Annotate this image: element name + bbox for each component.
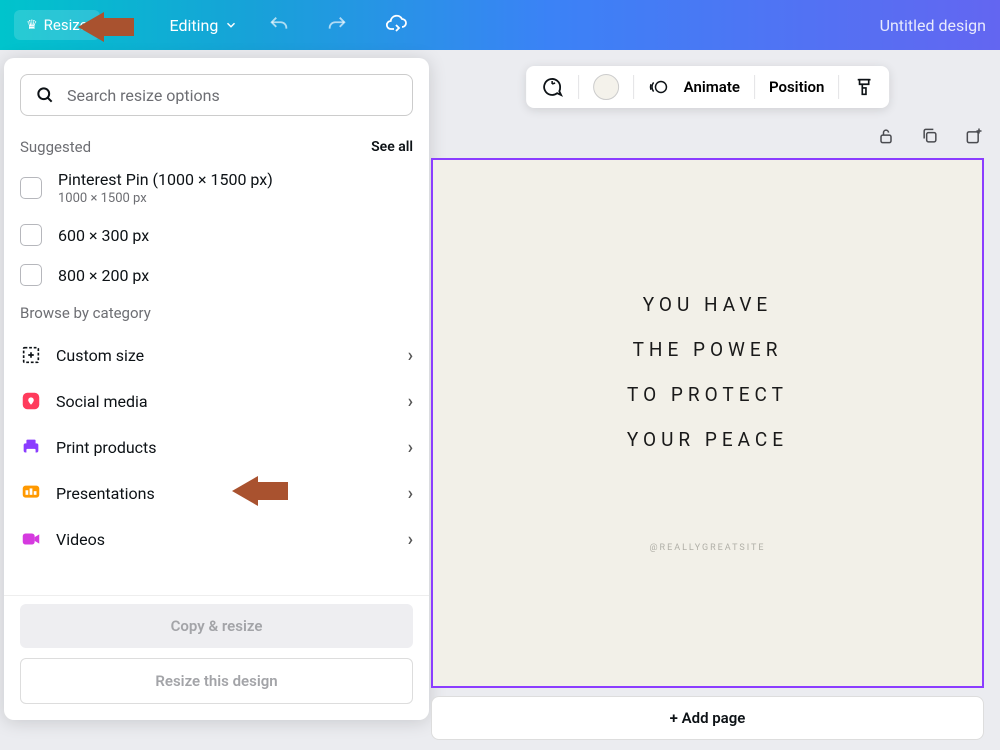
canvas-handle-text: @REALLYGREATSITE	[649, 543, 765, 553]
resize-design-button[interactable]: Resize this design	[20, 658, 413, 704]
category-label: Custom size	[56, 346, 144, 365]
see-all-link[interactable]: See all	[371, 139, 413, 155]
suggested-title: Pinterest Pin (1000 × 1500 px)	[58, 170, 273, 189]
chevron-right-icon: ›	[408, 483, 413, 504]
videos-icon	[20, 528, 42, 550]
crown-icon: ♛	[26, 18, 38, 33]
topbar: ♛ Resize Editing Untitled design	[0, 0, 1000, 50]
browse-label: Browse by category	[20, 304, 413, 322]
animate-icon	[648, 76, 670, 98]
category-label: Social media	[56, 392, 148, 411]
resize-panel: Suggested See all Pinterest Pin (1000 × …	[4, 58, 429, 720]
cloud-sync-icon[interactable]	[384, 13, 408, 37]
copy-resize-button[interactable]: Copy & resize	[20, 604, 413, 648]
presentations-icon	[20, 482, 42, 504]
category-label: Print products	[56, 438, 157, 457]
canvas-toolbar: Animate Position	[526, 66, 890, 108]
category-social-media[interactable]: Social media ›	[20, 378, 413, 424]
category-presentations[interactable]: Presentations ›	[20, 470, 413, 516]
custom-size-icon	[20, 344, 42, 366]
print-icon	[20, 436, 42, 458]
chevron-down-icon	[224, 18, 238, 32]
panel-footer: Copy & resize Resize this design	[4, 595, 429, 720]
annotation-arrow-body	[104, 18, 134, 36]
color-swatch[interactable]	[593, 74, 619, 100]
social-media-icon	[20, 390, 42, 412]
page-action-icons	[876, 126, 984, 146]
category-custom-size[interactable]: Custom size ›	[20, 332, 413, 378]
annotation-arrow-icon	[78, 12, 104, 42]
search-input[interactable]	[67, 86, 398, 105]
design-canvas[interactable]: YOU HAVE THE POWER TO PROTECT YOUR PEACE…	[431, 158, 984, 688]
separator	[633, 75, 634, 99]
suggested-item[interactable]: 800 × 200 px	[20, 264, 413, 286]
suggested-label: Suggested	[20, 138, 91, 156]
suggested-title: 600 × 300 px	[58, 226, 149, 245]
separator	[754, 75, 755, 99]
separator	[578, 75, 579, 99]
format-painter-icon[interactable]	[853, 76, 875, 98]
redo-icon[interactable]	[326, 14, 348, 36]
add-icon[interactable]	[964, 126, 984, 146]
editing-dropdown[interactable]: Editing	[170, 16, 239, 35]
editing-label: Editing	[170, 16, 219, 35]
annotation-arrow-body	[258, 482, 288, 500]
annotation-arrow-icon	[232, 476, 258, 506]
chevron-right-icon: ›	[408, 345, 413, 366]
checkbox[interactable]	[20, 264, 42, 286]
position-button[interactable]: Position	[769, 78, 824, 96]
canvas-text-line: YOUR PEACE	[627, 428, 788, 451]
canvas-text-line: YOU HAVE	[643, 293, 772, 316]
canvas-text-line: TO PROTECT	[627, 383, 788, 406]
category-label: Videos	[56, 530, 105, 549]
checkbox[interactable]	[20, 177, 42, 199]
canvas-text-line: THE POWER	[633, 338, 783, 361]
canvas-area: Animate Position YOU HAVE THE POWER TO P…	[431, 58, 984, 688]
top-action-icons	[268, 13, 408, 37]
suggested-item[interactable]: Pinterest Pin (1000 × 1500 px) 1000 × 15…	[20, 170, 413, 206]
add-page-button[interactable]: + Add page	[431, 696, 984, 740]
separator	[838, 75, 839, 99]
animate-button[interactable]: Animate	[684, 78, 740, 96]
comment-icon[interactable]	[540, 75, 564, 99]
checkbox[interactable]	[20, 224, 42, 246]
search-input-container[interactable]	[20, 74, 413, 116]
document-title[interactable]: Untitled design	[880, 16, 986, 35]
category-videos[interactable]: Videos ›	[20, 516, 413, 562]
duplicate-icon[interactable]	[920, 126, 940, 146]
lock-icon[interactable]	[876, 126, 896, 146]
chevron-right-icon: ›	[408, 391, 413, 412]
suggested-item[interactable]: 600 × 300 px	[20, 224, 413, 246]
suggested-title: 800 × 200 px	[58, 266, 149, 285]
suggested-sub: 1000 × 1500 px	[58, 191, 273, 206]
category-label: Presentations	[56, 484, 155, 503]
undo-icon[interactable]	[268, 14, 290, 36]
chevron-right-icon: ›	[408, 437, 413, 458]
category-print-products[interactable]: Print products ›	[20, 424, 413, 470]
chevron-right-icon: ›	[408, 529, 413, 550]
search-icon	[35, 85, 55, 105]
